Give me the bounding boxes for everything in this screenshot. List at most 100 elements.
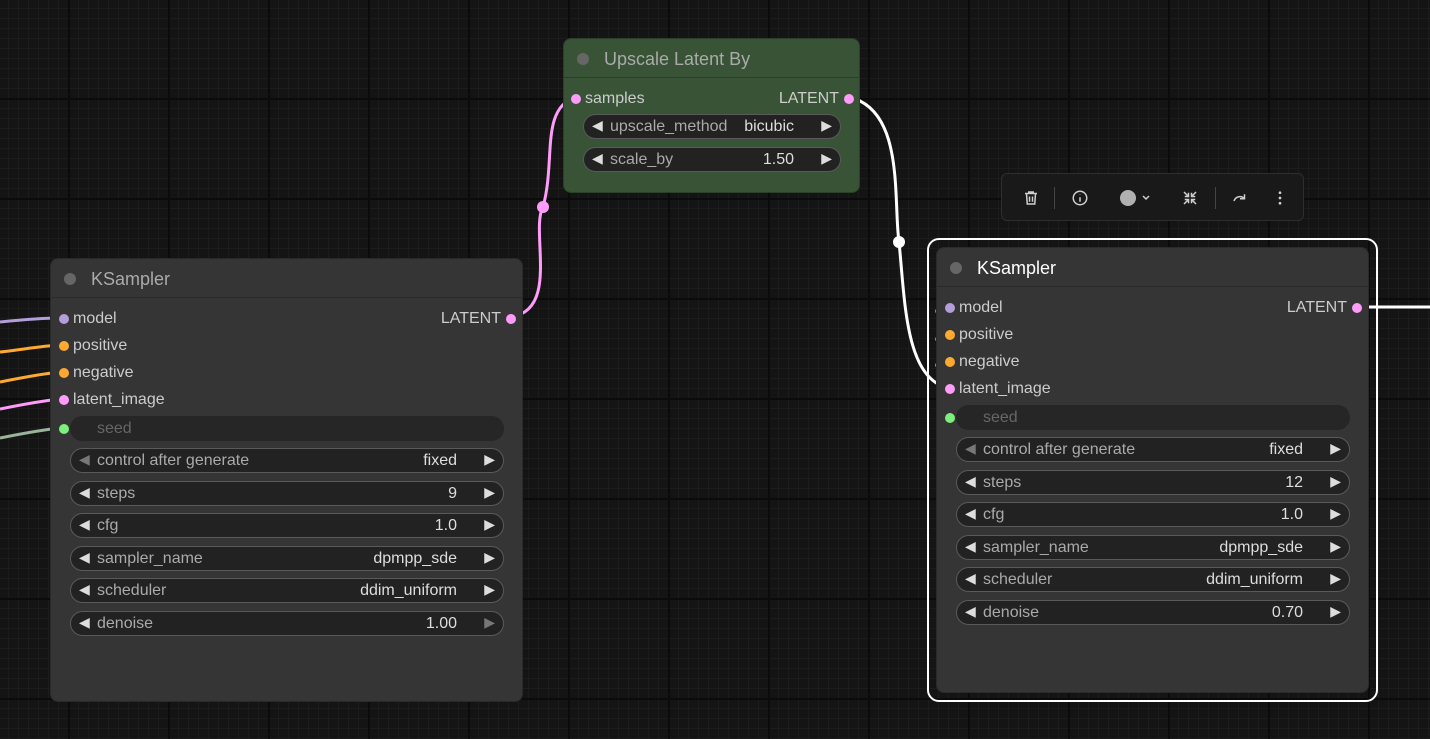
more-vertical-icon[interactable] — [1268, 186, 1292, 210]
increment-arrow-icon[interactable]: ▶ — [821, 117, 832, 134]
widget-sampler-name[interactable]: ◀ sampler_name dpmpp_sde ▶ — [956, 535, 1350, 560]
slot-dot-icon[interactable] — [59, 341, 69, 351]
output-slot-latent[interactable]: LATENT — [734, 89, 854, 109]
slot-dot-icon[interactable] — [59, 395, 69, 405]
widget-value: 12 — [1285, 474, 1303, 491]
output-slot-latent[interactable]: LATENT — [396, 309, 516, 329]
input-slot-negative[interactable]: negative — [945, 352, 1095, 372]
node-title-bar[interactable]: KSampler — [51, 259, 522, 298]
bypass-icon[interactable] — [1228, 186, 1252, 210]
widget-scheduler[interactable]: ◀ scheduler ddim_uniform ▶ — [70, 578, 504, 603]
input-slot-model[interactable]: model — [945, 298, 1095, 318]
widget-control-after-generate[interactable]: ◀ control after generate fixed ▶ — [70, 448, 504, 473]
increment-arrow-icon[interactable]: ▶ — [821, 150, 832, 167]
widget-label: control after generate — [97, 452, 250, 469]
increment-arrow-icon[interactable]: ▶ — [484, 451, 495, 468]
widget-control-after-generate[interactable]: ◀ control after generate fixed ▶ — [956, 437, 1350, 462]
slot-dot-icon[interactable] — [59, 314, 69, 324]
widget-label: cfg — [97, 517, 119, 534]
decrement-arrow-icon[interactable]: ◀ — [965, 570, 976, 587]
output-slot-latent[interactable]: LATENT — [1242, 298, 1362, 318]
widget-denoise[interactable]: ◀ denoise 1.00 ▶ — [70, 611, 504, 636]
info-icon[interactable] — [1068, 186, 1092, 210]
trash-icon[interactable] — [1019, 186, 1043, 210]
seed-input-dot-icon[interactable] — [59, 424, 69, 434]
color-picker-icon[interactable] — [1112, 186, 1152, 210]
slot-dot-icon[interactable] — [59, 368, 69, 378]
decrement-arrow-icon[interactable]: ◀ — [79, 614, 90, 631]
slot-label: LATENT — [1286, 299, 1347, 316]
decrement-arrow-icon[interactable]: ◀ — [79, 516, 90, 533]
collapse-dot-icon[interactable] — [64, 273, 76, 285]
widget-denoise[interactable]: ◀ denoise 0.70 ▶ — [956, 600, 1350, 625]
widget-value: fixed — [423, 452, 457, 469]
widget-label: cfg — [983, 506, 1005, 523]
slot-dot-icon[interactable] — [844, 94, 854, 104]
increment-arrow-icon[interactable]: ▶ — [1330, 603, 1341, 620]
increment-arrow-icon[interactable]: ▶ — [484, 484, 495, 501]
collapse-dot-icon[interactable] — [577, 53, 589, 65]
input-slot-negative[interactable]: negative — [59, 363, 209, 383]
widget-steps[interactable]: ◀ steps 12 ▶ — [956, 470, 1350, 495]
decrement-arrow-icon[interactable]: ◀ — [965, 505, 976, 522]
input-slot-latent-image[interactable]: latent_image — [945, 379, 1095, 399]
seed-input-dot-icon[interactable] — [945, 413, 955, 423]
decrement-arrow-icon[interactable]: ◀ — [965, 603, 976, 620]
slot-label: model — [959, 299, 1003, 316]
slot-dot-icon[interactable] — [945, 357, 955, 367]
widget-steps[interactable]: ◀ steps 9 ▶ — [70, 481, 504, 506]
input-slot-latent-image[interactable]: latent_image — [59, 390, 209, 410]
slot-label: LATENT — [778, 90, 839, 107]
input-slot-samples[interactable]: samples — [571, 89, 691, 109]
increment-arrow-icon[interactable]: ▶ — [484, 549, 495, 566]
slot-dot-icon[interactable] — [945, 303, 955, 313]
ksampler-node-left[interactable]: KSampler model positive negative latent_… — [50, 258, 523, 702]
increment-arrow-icon[interactable]: ▶ — [1330, 538, 1341, 555]
decrement-arrow-icon[interactable]: ◀ — [965, 538, 976, 555]
link-midpoint-left — [537, 201, 549, 213]
slot-dot-icon[interactable] — [1352, 303, 1362, 313]
widget-scheduler[interactable]: ◀ scheduler ddim_uniform ▶ — [956, 567, 1350, 592]
slot-dot-icon[interactable] — [506, 314, 516, 324]
decrement-arrow-icon[interactable]: ◀ — [79, 581, 90, 598]
increment-arrow-icon[interactable]: ▶ — [484, 516, 495, 533]
node-title-bar[interactable]: KSampler — [937, 248, 1368, 287]
increment-arrow-icon[interactable]: ▶ — [1330, 505, 1341, 522]
decrement-arrow-icon[interactable]: ◀ — [79, 549, 90, 566]
decrement-arrow-icon[interactable]: ◀ — [965, 473, 976, 490]
ksampler-node-right[interactable]: KSampler model positive negative latent_… — [936, 247, 1369, 693]
input-slot-model[interactable]: model — [59, 309, 209, 329]
decrement-arrow-icon[interactable]: ◀ — [592, 117, 603, 134]
increment-arrow-icon[interactable]: ▶ — [484, 614, 495, 631]
slot-dot-icon[interactable] — [945, 330, 955, 340]
input-slot-positive[interactable]: positive — [59, 336, 209, 356]
increment-arrow-icon[interactable]: ▶ — [1330, 473, 1341, 490]
widget-scale-by[interactable]: ◀ scale_by 1.50 ▶ — [583, 147, 841, 172]
widget-value: bicubic — [744, 118, 794, 135]
collapse-dot-icon[interactable] — [950, 262, 962, 274]
node-title-bar[interactable]: Upscale Latent By — [564, 39, 859, 78]
decrement-arrow-icon[interactable]: ◀ — [592, 150, 603, 167]
decrement-arrow-icon[interactable]: ◀ — [79, 484, 90, 501]
increment-arrow-icon[interactable]: ▶ — [484, 581, 495, 598]
increment-arrow-icon[interactable]: ▶ — [1330, 570, 1341, 587]
widget-label: sampler_name — [983, 539, 1089, 556]
widget-cfg[interactable]: ◀ cfg 1.0 ▶ — [70, 513, 504, 538]
decrement-arrow-icon[interactable]: ◀ — [965, 440, 976, 457]
widget-value: 1.0 — [434, 517, 457, 534]
input-slot-positive[interactable]: positive — [945, 325, 1095, 345]
slot-dot-icon[interactable] — [945, 384, 955, 394]
widget-sampler-name[interactable]: ◀ sampler_name dpmpp_sde ▶ — [70, 546, 504, 571]
widget-upscale-method[interactable]: ◀ upscale_method bicubic ▶ — [583, 114, 841, 139]
widget-label: upscale_method — [610, 118, 728, 135]
collapse-icon[interactable] — [1178, 186, 1202, 210]
slot-dot-icon[interactable] — [571, 94, 581, 104]
slot-label: positive — [73, 337, 128, 354]
toolbar-divider — [1054, 187, 1055, 209]
upscale-latent-node[interactable]: Upscale Latent By samples LATENT ◀ upsca… — [563, 38, 860, 193]
widget-seed[interactable]: seed — [956, 405, 1350, 430]
increment-arrow-icon[interactable]: ▶ — [1330, 440, 1341, 457]
widget-seed[interactable]: seed — [70, 416, 504, 441]
widget-cfg[interactable]: ◀ cfg 1.0 ▶ — [956, 502, 1350, 527]
decrement-arrow-icon[interactable]: ◀ — [79, 451, 90, 468]
